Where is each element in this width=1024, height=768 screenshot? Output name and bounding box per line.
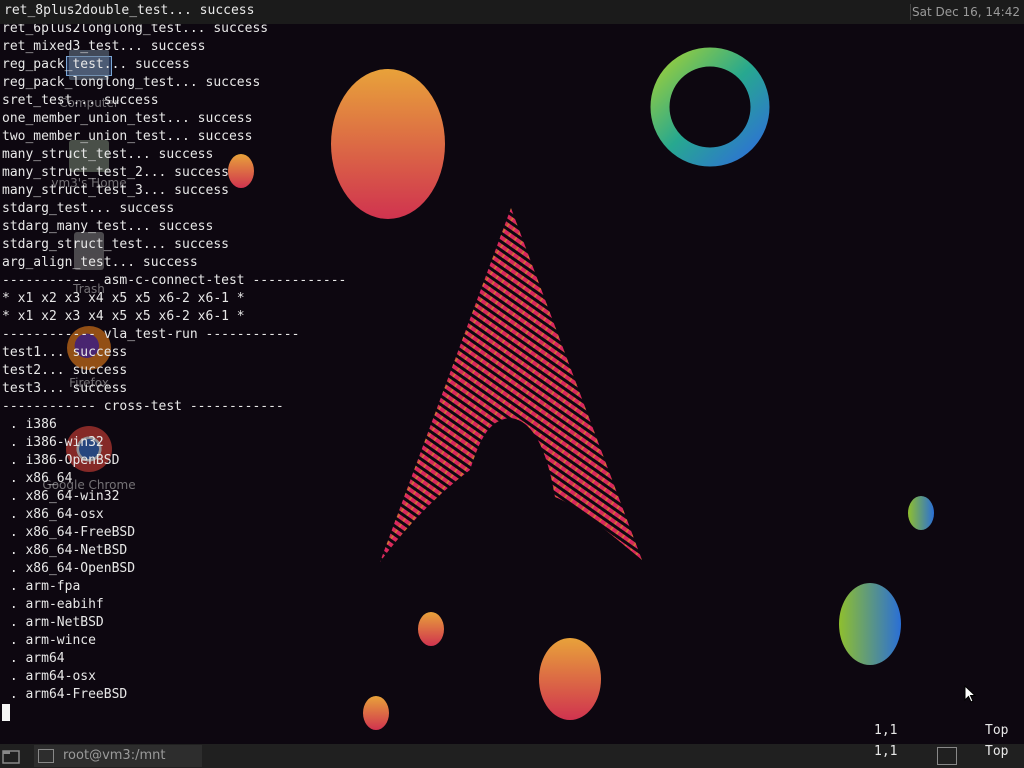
terminal-line: . arm-NetBSD <box>2 615 104 630</box>
bottom-taskbar: root@vm3:/mnt 1,1 Top <box>0 744 1024 768</box>
terminal-line: stdarg_many_test... success <box>2 219 214 234</box>
terminal-line: ------------ asm-c-connect-test --------… <box>2 273 347 288</box>
ruler-position: 1,1 <box>874 723 898 738</box>
terminal-line: reg_pack_longlong_test... success <box>2 75 261 90</box>
terminal-cursor <box>2 704 10 721</box>
terminal-line: . arm-eabihf <box>2 597 104 612</box>
terminal-line: one_member_union_test... success <box>2 111 253 126</box>
ruler-scroll: Top <box>985 723 1009 738</box>
terminal-line: ------------ vla_test-run ------------ <box>2 327 300 342</box>
terminal-line: . i386-OpenBSD <box>2 453 120 468</box>
tray-terminal-icon[interactable] <box>937 747 957 765</box>
clock[interactable]: Sat Dec 16, 14:42 <box>912 5 1020 19</box>
terminal-line: arg_align_test... success <box>2 255 198 270</box>
terminal-line: stdarg_test... success <box>2 201 175 216</box>
terminal-line: . x86_64 <box>2 471 73 486</box>
taskbar-window-terminal[interactable]: root@vm3:/mnt <box>34 745 202 767</box>
terminal-line: many_struct_test_3... success <box>2 183 229 198</box>
top-panel: ret_8plus2double_test... success Sat Dec… <box>0 0 1024 24</box>
terminal-line: reg_pack_test... success <box>2 57 190 72</box>
terminal-line: . arm64-osx <box>2 669 96 684</box>
terminal-line: test3... success <box>2 381 128 396</box>
mouse-pointer-icon <box>964 685 976 703</box>
terminal-line: ------------ cross-test ------------ <box>2 399 284 414</box>
terminal-line: . x86_64-osx <box>2 507 104 522</box>
terminal-line: . x86_64-FreeBSD <box>2 525 136 540</box>
terminal-line: * x1 x2 x3 x4 x5 x5 x6-2 x6-1 * <box>2 291 245 306</box>
terminal-line: sret_test... success <box>2 93 159 108</box>
panel-divider <box>910 4 911 20</box>
taskbar-ruler-scroll: Top <box>985 744 1009 759</box>
terminal-line: . arm-wince <box>2 633 96 648</box>
terminal-line: ret_mixed3_test... success <box>2 39 206 54</box>
terminal-line: . i386 <box>2 417 57 432</box>
terminal-line: many_struct_test_2... success <box>2 165 229 180</box>
terminal-line: . x86_64-NetBSD <box>2 543 128 558</box>
terminal-first-line: ret_8plus2double_test... success <box>4 3 255 18</box>
terminal-line: . x86_64-OpenBSD <box>2 561 136 576</box>
terminal-line: . x86_64-win32 <box>2 489 120 504</box>
terminal-line: . arm-fpa <box>2 579 81 594</box>
terminal-line: test2... success <box>2 363 128 378</box>
terminal-line: two_member_union_test... success <box>2 129 253 144</box>
show-desktop-icon[interactable] <box>2 747 20 765</box>
terminal-line: * x1 x2 x3 x4 x5 x5 x6-2 x6-1 * <box>2 309 245 324</box>
taskbar-ruler-position: 1,1 <box>874 744 898 759</box>
taskbar-window-title: root@vm3:/mnt <box>63 748 166 763</box>
terminal-line: . i386-win32 <box>2 435 104 450</box>
terminal-icon <box>38 749 54 763</box>
terminal-line: . arm64-FreeBSD <box>2 687 128 702</box>
terminal-line: many_struct_test... success <box>2 147 214 162</box>
terminal-line: stdarg_struct_test... success <box>2 237 229 252</box>
terminal-line: . arm64 <box>2 651 65 666</box>
terminal-line: test1... success <box>2 345 128 360</box>
